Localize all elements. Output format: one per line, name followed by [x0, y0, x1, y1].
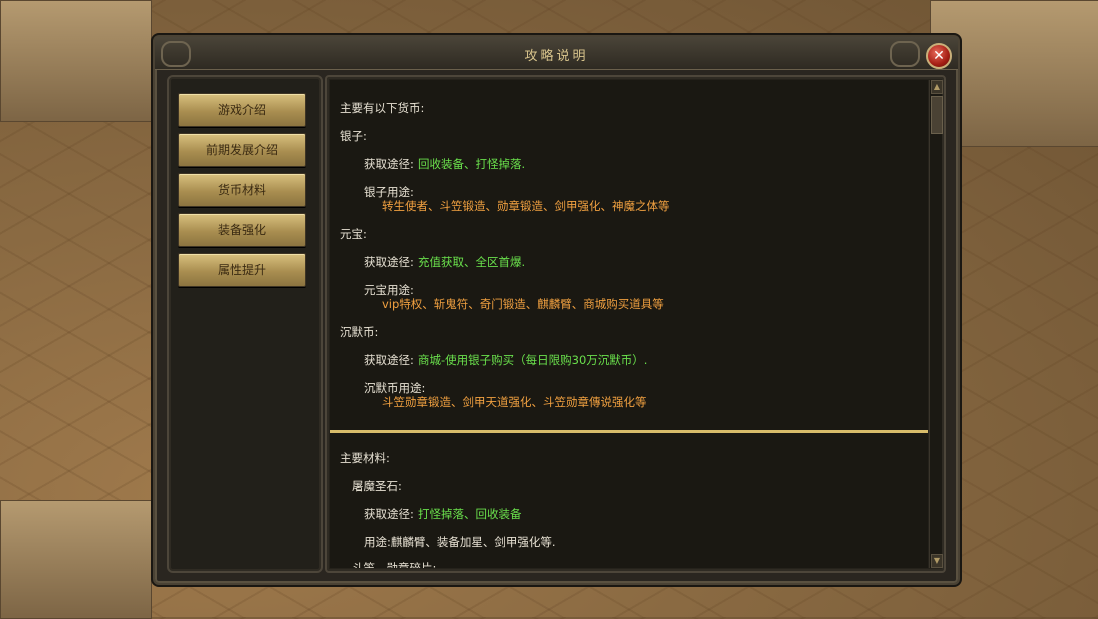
silent-coin-source-label: 获取途径: — [364, 353, 414, 367]
nav-button-attribute-boost[interactable]: 属性提升 — [178, 253, 306, 287]
scroll-thumb[interactable] — [931, 96, 943, 134]
silver-title: 银子: — [340, 129, 367, 143]
content-scroll-area[interactable]: 主要有以下货币: 银子: 获取途径: 回收装备、打怪掉落. 银子用途: 转生使者… — [330, 80, 928, 568]
nav-button-early-development[interactable]: 前期发展介绍 — [178, 133, 306, 167]
stone-title: 屠魔圣石: — [352, 479, 402, 493]
nav-panel: 游戏介绍 前期发展介绍 货币材料 装备强化 属性提升 — [167, 75, 323, 573]
next-material-partial: 斗笠、勋章碎片: — [352, 561, 437, 568]
silver-use-value: 转生使者、斗笠锻造、勋章锻造、剑甲强化、神魔之体等 — [382, 199, 670, 213]
content-scrollbar[interactable]: ▲ ▼ — [929, 80, 943, 568]
title-bar: 攻略说明 ✕ — [155, 37, 958, 70]
ingot-source-value: 充值获取、全区首爆. — [418, 255, 526, 269]
window-title: 攻略说明 — [524, 49, 589, 64]
materials-heading: 主要材料: — [340, 451, 390, 465]
stone-source-value: 打怪掉落、回收装备 — [418, 507, 522, 521]
scroll-down-arrow-icon[interactable]: ▼ — [931, 554, 943, 568]
currency-heading: 主要有以下货币: — [340, 101, 425, 115]
background-ruin-left — [0, 0, 152, 122]
stone-source-label: 获取途径: — [364, 507, 414, 521]
section-divider — [330, 430, 928, 433]
nav-button-game-intro[interactable]: 游戏介绍 — [178, 93, 306, 127]
ingot-use-value: vip特权、斩鬼符、奇门锻造、麒麟臂、商城购买道具等 — [382, 297, 664, 311]
background-ruin-bottom-left — [0, 500, 152, 619]
ingot-title: 元宝: — [340, 227, 367, 241]
scroll-up-arrow-icon[interactable]: ▲ — [931, 80, 943, 94]
content-panel: 主要有以下货币: 银子: 获取途径: 回收装备、打怪掉落. 银子用途: 转生使者… — [325, 75, 946, 573]
silent-coin-title: 沉默币: — [340, 325, 379, 339]
close-button[interactable]: ✕ — [926, 43, 952, 69]
silent-coin-use-value: 斗笠勋章锻造、剑甲天道强化、斗笠勋章傳说强化等 — [382, 395, 647, 409]
silver-source-label: 获取途径: — [364, 157, 414, 171]
guide-window: 攻略说明 ✕ 游戏介绍 前期发展介绍 货币材料 装备强化 属性提升 主要有以下货… — [153, 35, 960, 585]
silver-source-value: 回收装备、打怪掉落. — [418, 157, 526, 171]
ingot-source-label: 获取途径: — [364, 255, 414, 269]
nav-button-currency-materials[interactable]: 货币材料 — [178, 173, 306, 207]
nav-button-equipment-enhance[interactable]: 装备强化 — [178, 213, 306, 247]
silent-coin-source-value: 商城-使用银子购买（每日限购30万沉默币）. — [418, 353, 648, 367]
stone-use-text: 用途:麒麟臂、装备加星、剑甲强化等. — [364, 535, 556, 549]
